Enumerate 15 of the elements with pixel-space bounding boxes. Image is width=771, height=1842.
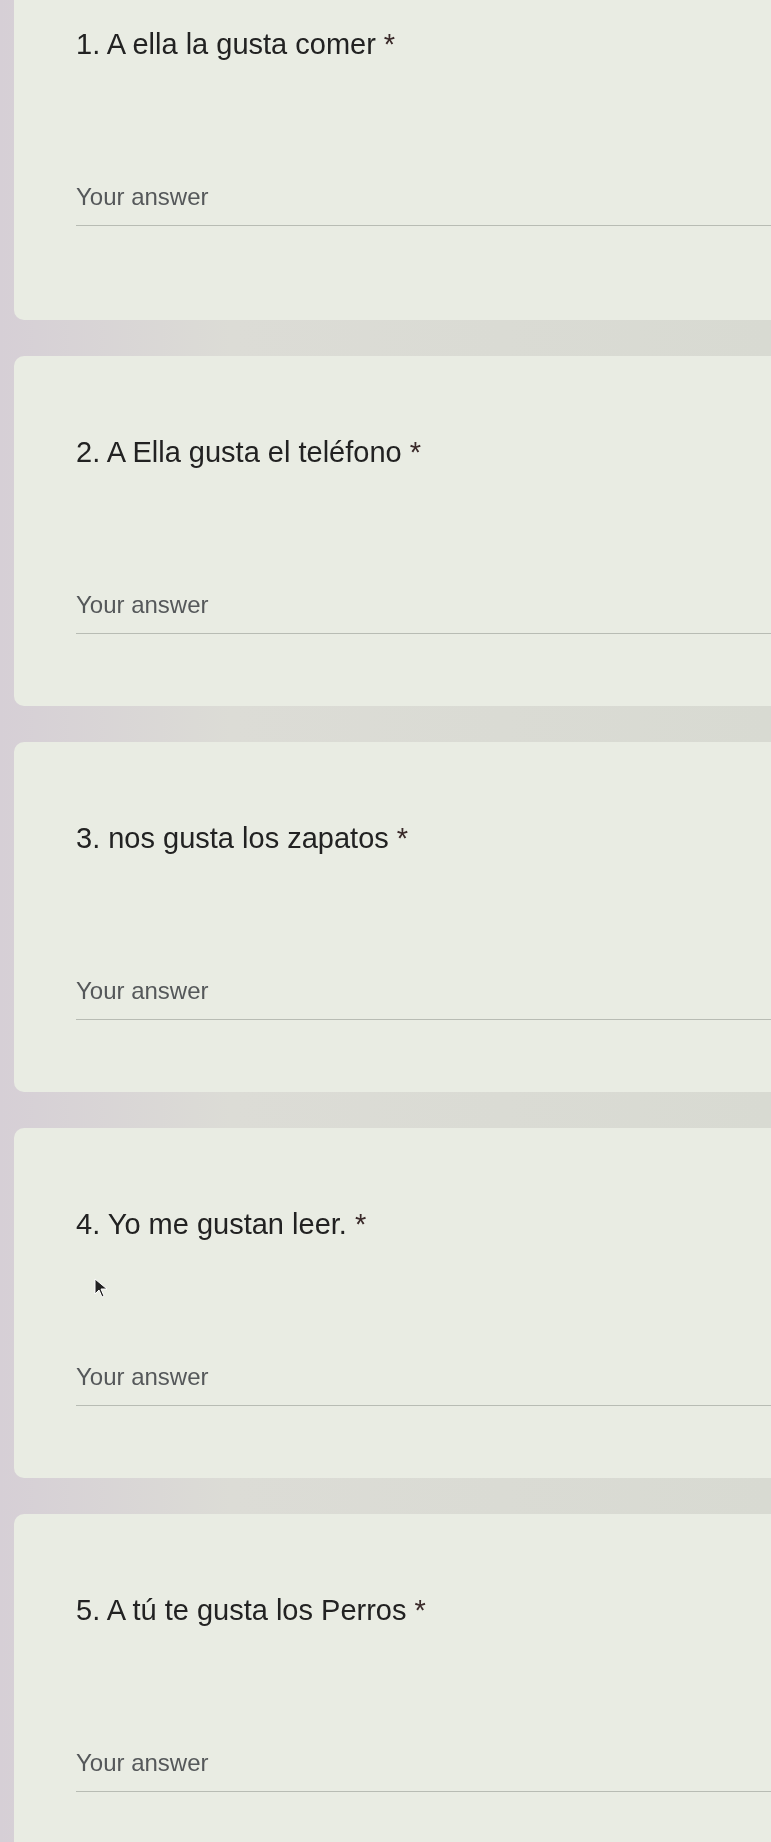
answer-field[interactable]: Your answer [76, 1745, 771, 1792]
answer-field[interactable]: Your answer [76, 1359, 771, 1406]
question-title: 4. Yo me gustan leer. [76, 1208, 347, 1241]
question-title: 2. A Ella gusta el teléfono [76, 436, 402, 469]
required-mark: * [414, 1594, 426, 1627]
required-mark: * [383, 28, 396, 61]
question-title: 1. A ella la gusta comer [76, 28, 376, 61]
question-title: 5. A tú te gusta los Perros [76, 1594, 407, 1627]
required-mark: * [396, 822, 409, 855]
answer-field[interactable]: Your answer [76, 179, 771, 226]
answer-field[interactable]: Your answer [76, 587, 771, 634]
answer-field[interactable]: Your answer [76, 973, 771, 1020]
required-mark: * [409, 436, 421, 469]
required-mark: * [354, 1208, 367, 1241]
question-title: 3. nos gusta los zapatos [76, 822, 389, 855]
